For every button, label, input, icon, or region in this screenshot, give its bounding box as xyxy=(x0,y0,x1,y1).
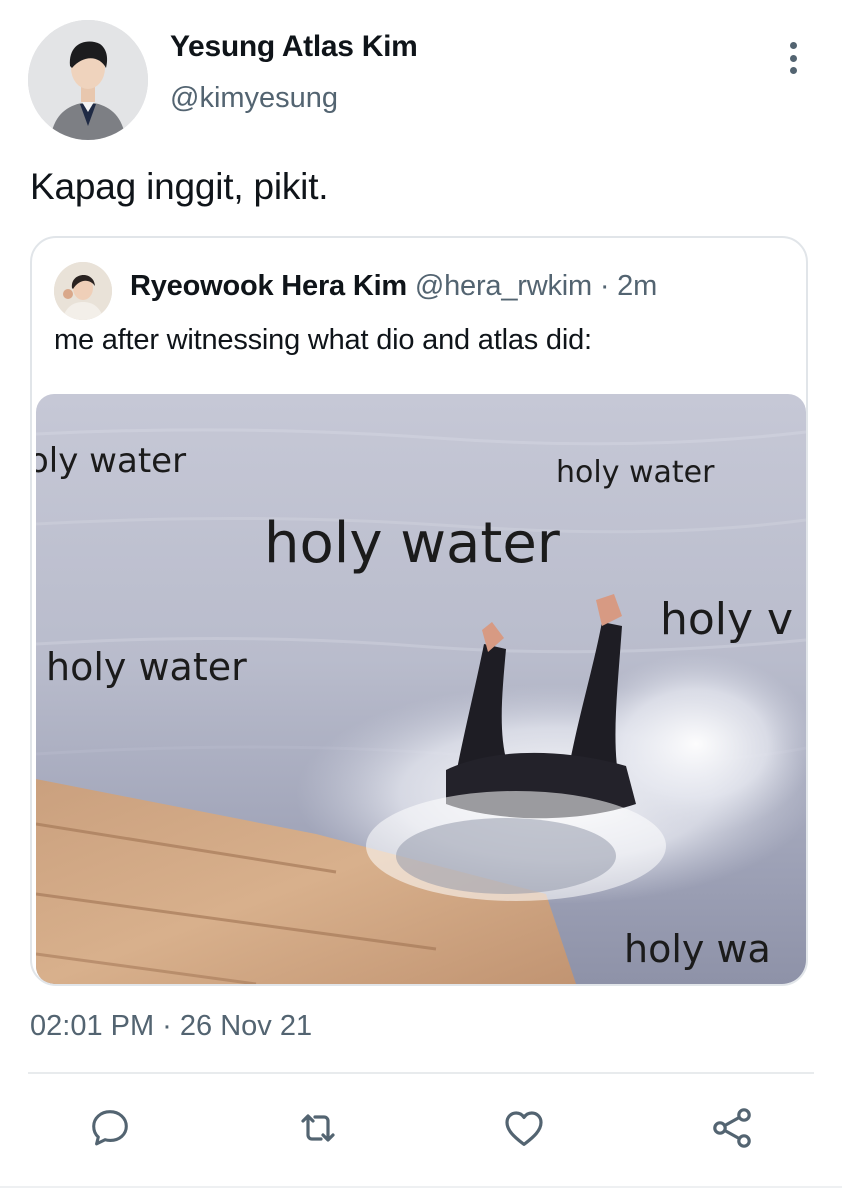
share-icon xyxy=(713,1108,751,1148)
tweet-text: Kapag inggit, pikit. xyxy=(30,166,329,207)
quoted-time[interactable]: 2m xyxy=(617,270,657,302)
media-caption: holy v xyxy=(660,594,793,645)
quoted-author-avatar xyxy=(54,262,112,320)
quoted-text: me after witnessing what dio and atlas d… xyxy=(54,324,592,356)
quoted-header: Ryeowook Hera Kim @hera_rwkim · 2m xyxy=(130,270,657,303)
author-avatar[interactable] xyxy=(28,20,148,140)
more-vertical-icon xyxy=(789,42,797,49)
author-handle[interactable]: @kimyesung xyxy=(170,82,338,115)
bottom-divider xyxy=(0,1186,842,1188)
quoted-handle[interactable]: @hera_rwkim xyxy=(415,270,592,302)
meta-separator: · xyxy=(592,270,618,302)
tweet-action-bar xyxy=(0,1102,842,1158)
more-options-button[interactable] xyxy=(778,40,808,76)
media-caption: holy water xyxy=(556,455,715,490)
tweet-timestamp[interactable]: 02:01 PM · 26 Nov 21 xyxy=(30,1010,312,1043)
retweet-icon xyxy=(301,1114,335,1142)
retweet-button[interactable] xyxy=(292,1102,344,1154)
heart-icon xyxy=(505,1111,543,1146)
media-caption: holy water xyxy=(264,511,561,576)
quoted-tweet-card[interactable]: Ryeowook Hera Kim @hera_rwkim · 2m me af… xyxy=(30,236,808,986)
divider xyxy=(28,1072,814,1074)
like-button[interactable] xyxy=(498,1102,550,1154)
quoted-display-name[interactable]: Ryeowook Hera Kim xyxy=(130,270,407,302)
reply-button[interactable] xyxy=(84,1102,136,1154)
media-caption: holy wa xyxy=(624,927,771,971)
author-display-name[interactable]: Yesung Atlas Kim xyxy=(170,30,418,64)
reply-icon xyxy=(92,1110,128,1146)
quoted-media-image[interactable]: oly water holy water holy water holy v h… xyxy=(36,394,806,984)
share-button[interactable] xyxy=(706,1102,758,1154)
media-caption: holy water xyxy=(46,645,247,689)
media-caption: oly water xyxy=(36,441,186,481)
